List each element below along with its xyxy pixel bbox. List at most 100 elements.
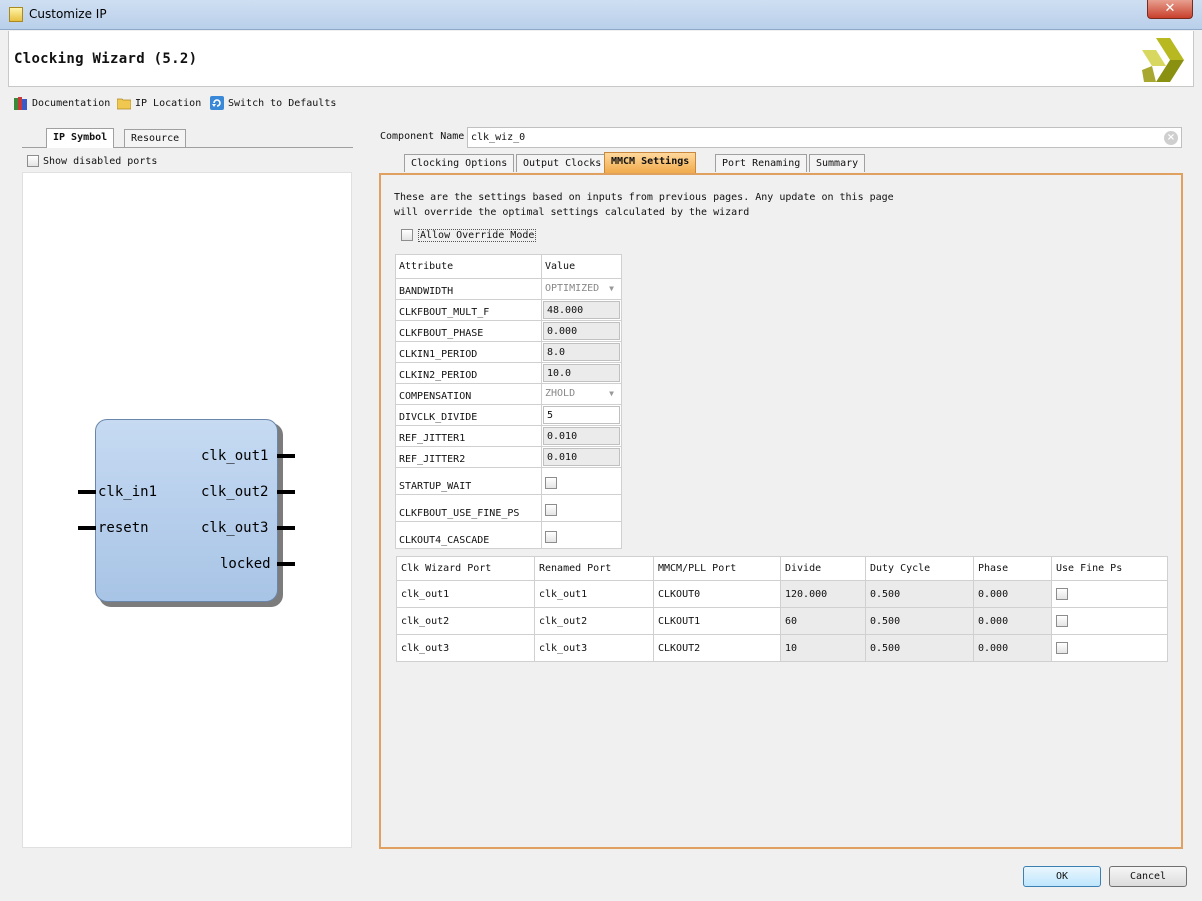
close-button[interactable]: ✕ (1147, 0, 1193, 19)
divide-input[interactable]: 10 (780, 634, 866, 662)
renamed-cell: clk_out2 (534, 607, 654, 635)
renamed-cell: clk_out3 (534, 634, 654, 662)
column-header: Use Fine Ps (1051, 556, 1168, 581)
attribute-name: STARTUP_WAIT (395, 467, 542, 495)
use-fine-ps-checkbox[interactable] (1056, 587, 1068, 600)
ok-button[interactable]: OK (1023, 866, 1101, 887)
pin-clk-out2 (277, 490, 295, 494)
clkin1-period-input[interactable]: 8.0 (543, 343, 620, 361)
phase-input[interactable]: 0.000 (973, 607, 1052, 635)
pin-locked (277, 562, 295, 566)
attribute-name: BANDWIDTH (395, 278, 542, 300)
pin-label-clk-out3: clk_out3 (201, 520, 269, 536)
pin-label-clk-out2: clk_out2 (201, 484, 269, 500)
clkfbout-mult-input[interactable]: 48.000 (543, 301, 620, 319)
table-row: clk_out1 clk_out1 CLKOUT0 120.000 0.500 … (396, 580, 1168, 608)
ip-location-button[interactable]: IP Location (117, 95, 201, 111)
tab-clocking-options[interactable]: Clocking Options (404, 154, 515, 172)
attribute-name: CLKFBOUT_USE_FINE_PS (395, 494, 542, 522)
attribute-name: REF_JITTER1 (395, 425, 542, 447)
pin-label-clk-out1: clk_out1 (201, 448, 269, 464)
attribute-name: CLKFBOUT_MULT_F (395, 299, 542, 321)
table-row: STARTUP_WAIT (395, 467, 622, 495)
tab-output-clocks[interactable]: Output Clocks (516, 154, 609, 172)
clkfbout-phase-input[interactable]: 0.000 (543, 322, 620, 340)
tab-ip-symbol[interactable]: IP Symbol (46, 128, 115, 148)
switch-defaults-label: Switch to Defaults (228, 97, 337, 109)
use-fine-ps-checkbox[interactable] (1056, 641, 1068, 654)
attribute-name: COMPENSATION (395, 383, 542, 405)
divclk-divide-input[interactable]: 5 (543, 406, 620, 424)
ref-jitter1-input[interactable]: 0.010 (543, 427, 620, 445)
startup-wait-checkbox[interactable] (545, 477, 557, 489)
table-row: COMPENSATION ZHOLD ▼ (395, 383, 622, 405)
clkfbout-use-fine-ps-checkbox[interactable] (545, 504, 557, 516)
mmcm-port-cell: CLKOUT0 (653, 580, 781, 608)
dropdown-arrow-icon: ▼ (609, 284, 614, 293)
attribute-header: Attribute (395, 254, 542, 279)
duty-cycle-input[interactable]: 0.500 (865, 607, 974, 635)
phase-input[interactable]: 0.000 (973, 580, 1052, 608)
ip-block (95, 419, 278, 602)
pin-label-locked: locked (220, 556, 271, 572)
attribute-name: REF_JITTER2 (395, 446, 542, 468)
app-icon (9, 7, 23, 22)
pin-label-clk-in1: clk_in1 (98, 484, 158, 500)
documentation-label: Documentation (32, 97, 111, 109)
table-row: clk_out3 clk_out3 CLKOUT2 10 0.500 0.000 (396, 634, 1168, 662)
table-row: CLKFBOUT_PHASE 0.000 (395, 320, 622, 342)
folder-icon (117, 98, 131, 110)
clkin2-period-input[interactable]: 10.0 (543, 364, 620, 382)
tab-port-renaming[interactable]: Port Renaming (715, 154, 808, 172)
duty-cycle-input[interactable]: 0.500 (865, 580, 974, 608)
allow-override-checkbox[interactable] (401, 229, 413, 241)
documentation-button[interactable]: Documentation (14, 95, 110, 111)
allow-override-label[interactable]: Allow Override Mode (418, 229, 537, 242)
table-row: CLKFBOUT_USE_FINE_PS (395, 494, 622, 522)
column-header: Clk Wizard Port (396, 556, 535, 581)
cancel-button[interactable]: Cancel (1109, 866, 1187, 887)
show-disabled-ports-checkbox[interactable] (27, 155, 39, 167)
table-row: CLKOUT4_CASCADE (395, 521, 622, 549)
duty-cycle-input[interactable]: 0.500 (865, 634, 974, 662)
pin-label-resetn: resetn (98, 520, 149, 536)
tab-resource[interactable]: Resource (124, 129, 187, 147)
title-bar (0, 0, 1202, 30)
ref-jitter2-input[interactable]: 0.010 (543, 448, 620, 466)
table-row: REF_JITTER2 0.010 (395, 446, 622, 468)
tab-mmcm-settings[interactable]: MMCM Settings (604, 152, 697, 174)
ip-location-label: IP Location (135, 97, 202, 109)
window-title: Customize IP (29, 7, 107, 21)
attribute-name: CLKOUT4_CASCADE (395, 521, 542, 549)
use-fine-ps-checkbox[interactable] (1056, 614, 1068, 627)
page-title: Clocking Wizard (5.2) (14, 51, 198, 67)
port-cell: clk_out2 (396, 607, 535, 635)
component-name-input[interactable]: clk_wiz_0 (467, 127, 1182, 148)
mmcm-port-cell: CLKOUT1 (653, 607, 781, 635)
settings-description: These are the settings based on inputs f… (394, 192, 894, 218)
attribute-name: CLKFBOUT_PHASE (395, 320, 542, 342)
compensation-select[interactable]: ZHOLD ▼ (543, 385, 620, 403)
dropdown-arrow-icon: ▼ (609, 389, 614, 398)
clkout4-cascade-checkbox[interactable] (545, 531, 557, 543)
attribute-name: CLKIN2_PERIOD (395, 362, 542, 384)
port-cell: clk_out1 (396, 580, 535, 608)
switch-defaults-button[interactable]: Switch to Defaults (210, 95, 336, 111)
table-row: CLKIN1_PERIOD 8.0 (395, 341, 622, 363)
tab-summary[interactable]: Summary (809, 154, 866, 172)
attribute-name: DIVCLK_DIVIDE (395, 404, 542, 426)
column-header: Renamed Port (534, 556, 654, 581)
refresh-icon (210, 96, 224, 110)
attribute-name: CLKIN1_PERIOD (395, 341, 542, 363)
phase-input[interactable]: 0.000 (973, 634, 1052, 662)
divide-input[interactable]: 120.000 (780, 580, 866, 608)
divide-input[interactable]: 60 (780, 607, 866, 635)
column-header: Duty Cycle (865, 556, 974, 581)
column-header: Divide (780, 556, 866, 581)
table-row: BANDWIDTH OPTIMIZED ▼ (395, 278, 622, 300)
books-icon (14, 97, 27, 110)
value-header: Value (541, 254, 622, 279)
column-header: MMCM/PLL Port (653, 556, 781, 581)
bandwidth-select[interactable]: OPTIMIZED ▼ (543, 280, 620, 298)
clear-input-icon[interactable]: × (1164, 131, 1178, 145)
